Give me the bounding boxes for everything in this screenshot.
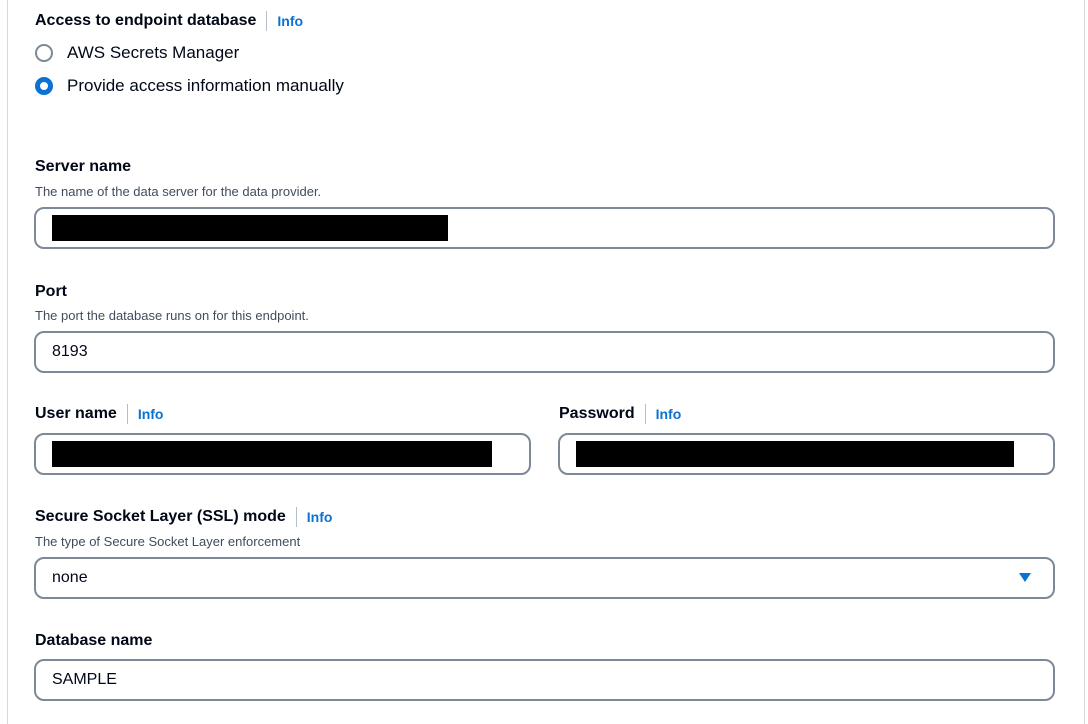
endpoint-connection-form: Access to endpoint database Info AWS Sec… [0,0,1088,724]
container-right-border [1084,0,1085,724]
radio-provide-manually[interactable]: Provide access information manually [35,74,344,98]
password-label: Password [559,405,635,422]
username-info-link[interactable]: Info [138,406,164,422]
server-label-row: Server name [35,156,131,178]
radio-unchecked-icon[interactable] [35,44,53,62]
port-input[interactable]: 8193 [34,331,1055,373]
redacted-block [52,441,492,467]
username-input[interactable] [34,433,531,475]
password-info-link[interactable]: Info [656,406,682,422]
access-info-link[interactable]: Info [277,13,303,29]
port-label: Port [35,283,67,300]
label-divider [295,507,297,527]
radio-label: Provide access information manually [67,76,344,95]
redacted-block [52,215,448,241]
ssl-mode-description: The type of Secure Socket Layer enforcem… [35,534,301,549]
radio-label: AWS Secrets Manager [67,43,240,62]
label-divider [126,404,128,424]
ssl-mode-label: Secure Socket Layer (SSL) mode [35,508,286,525]
radio-checked-icon[interactable] [35,77,53,95]
port-description: The port the database runs on for this e… [35,308,309,323]
port-label-row: Port [35,281,67,303]
ssl-label-row: Secure Socket Layer (SSL) mode Info [35,506,332,528]
server-name-label: Server name [35,158,132,175]
redacted-block [576,441,1014,467]
access-label: Access to endpoint database [35,12,257,29]
ssl-mode-value: none [52,569,88,586]
server-name-input[interactable] [34,207,1055,249]
ssl-mode-select[interactable]: none [34,557,1055,599]
database-name-input[interactable]: SAMPLE [34,659,1055,701]
access-label-row: Access to endpoint database Info [35,10,303,32]
label-divider [266,11,268,31]
port-value: 8193 [52,343,88,360]
password-input[interactable] [558,433,1055,475]
database-name-value: SAMPLE [52,671,117,688]
ssl-info-link[interactable]: Info [307,509,333,525]
database-label-row: Database name [35,630,152,652]
username-label: User name [35,405,117,422]
server-name-description: The name of the data server for the data… [35,184,322,199]
container-left-border [7,0,8,724]
password-label-row: Password Info [559,403,681,425]
username-label-row: User name Info [35,403,163,425]
radio-aws-secrets-manager[interactable]: AWS Secrets Manager [35,41,239,65]
label-divider [644,404,646,424]
caret-down-icon[interactable] [1019,573,1031,582]
database-name-label: Database name [35,632,153,649]
